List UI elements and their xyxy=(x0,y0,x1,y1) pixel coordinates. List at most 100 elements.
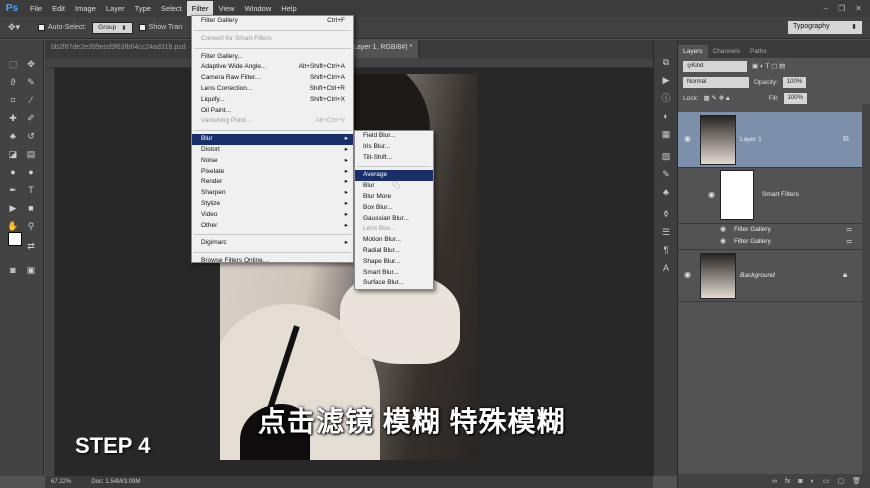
move-tool-icon[interactable]: ✥ xyxy=(24,58,38,71)
fx-icon[interactable]: fx xyxy=(785,478,790,485)
menu-image[interactable]: Image xyxy=(70,1,101,16)
opacity-field[interactable]: 100% xyxy=(782,76,807,88)
crop-tool-icon[interactable]: ⌗ xyxy=(6,94,20,107)
healing-brush-icon[interactable]: ✚ xyxy=(6,112,20,125)
properties-icon[interactable]: ☰ xyxy=(659,226,673,239)
type-tool-icon[interactable]: T xyxy=(24,184,38,197)
filter-menu-item-adaptive-wide-angle[interactable]: Adaptive Wide Angle... Alt+Shift+Ctrl+A xyxy=(192,62,353,73)
character-icon[interactable]: ¶ xyxy=(659,244,673,257)
filter-menu-item-blur[interactable]: Blur ▸ xyxy=(192,134,353,145)
filter-menu-item-lens-correction[interactable]: Lens Correction... Shift+Ctrl+R xyxy=(192,84,353,95)
minimize-button[interactable]: – xyxy=(824,4,828,13)
shape-tool-icon[interactable]: ■ xyxy=(24,202,38,215)
blur-menu-item-tilt-shift[interactable]: Tilt-Shift... xyxy=(355,153,433,164)
filter-menu-item-filter-gallery[interactable]: Filter Gallery Ctrl+F xyxy=(192,16,353,27)
eye-icon[interactable]: ◉ xyxy=(720,237,730,247)
blend-mode-dropdown[interactable]: Normal xyxy=(683,76,749,88)
zoom-tool-icon[interactable]: ⚲ xyxy=(24,220,38,233)
filter-menu-item-oil-paint[interactable]: Oil Paint... xyxy=(192,106,353,117)
blur-menu-item-surface-blur[interactable]: Surface Blur... xyxy=(355,278,433,289)
menu-select[interactable]: Select xyxy=(156,1,187,16)
layer-row-smart-filters[interactable]: ◉ Smart Filters xyxy=(678,168,863,224)
eye-icon[interactable]: ◉ xyxy=(720,225,730,235)
menu-layer[interactable]: Layer xyxy=(101,1,130,16)
filter-menu-item-noise[interactable]: Noise ▸ xyxy=(192,156,353,167)
workspace-dropdown[interactable]: Typography ⬍ xyxy=(788,21,862,34)
lasso-tool-icon[interactable]: ϑ xyxy=(6,76,20,89)
filter-menu-item-digimarc[interactable]: Digimarc ▸ xyxy=(192,238,353,249)
auto-select-dropdown[interactable]: Group ⬍ xyxy=(92,21,133,34)
eye-icon[interactable]: ◉ xyxy=(684,270,694,280)
tab-paths[interactable]: Paths xyxy=(745,45,772,58)
path-select-tool-icon[interactable]: ▶ xyxy=(6,202,20,215)
blur-tool-icon[interactable]: ● xyxy=(6,166,20,179)
filter-menu-item-pixelate[interactable]: Pixelate ▸ xyxy=(192,167,353,178)
folder-icon[interactable]: ▭ xyxy=(823,477,830,485)
filter-menu-item-liquify[interactable]: Liquify... Shift+Ctrl+X xyxy=(192,95,353,106)
filter-menu-item-camera-raw-filter[interactable]: Camera Raw Filter... Shift+Ctrl+A xyxy=(192,73,353,84)
swatches-icon[interactable]: ▦ xyxy=(659,128,673,141)
history-brush-icon[interactable]: ↺ xyxy=(24,130,38,143)
brush-tool-icon[interactable]: ✐ xyxy=(24,112,38,125)
marquee-tool-icon[interactable]: ⬚ xyxy=(6,58,20,71)
tab-channels[interactable]: Channels xyxy=(708,45,745,58)
stamp-tool-icon[interactable]: ♣ xyxy=(6,130,20,143)
tab-layers[interactable]: Layers xyxy=(678,45,708,58)
default-colors-icon[interactable]: ⇄ xyxy=(24,240,38,253)
close-button[interactable]: ✕ xyxy=(855,4,862,13)
filter-options-icon[interactable]: ⚌ xyxy=(846,237,852,245)
gradient-tool-icon[interactable]: ▤ xyxy=(24,148,38,161)
styles-icon[interactable]: ▨ xyxy=(659,150,673,163)
lock-icons[interactable]: ▦ ✎ ✥ 🔒︎ xyxy=(704,94,730,103)
color-icon[interactable]: ◐ xyxy=(659,110,673,123)
blur-menu-item-iris-blur[interactable]: Iris Blur... xyxy=(355,142,433,153)
menu-help[interactable]: Help xyxy=(276,1,301,16)
menu-filter[interactable]: Filter xyxy=(186,1,214,16)
blur-menu-item-motion-blur[interactable]: Motion Blur... xyxy=(355,235,433,246)
adjustments-icon[interactable]: ⚱ xyxy=(659,208,673,221)
layer-row-layer1[interactable]: ◉ Layer 1 ⧉ xyxy=(678,112,863,168)
filter-menu-item-sharpen[interactable]: Sharpen ▸ xyxy=(192,188,353,199)
blur-menu-item-smart-blur[interactable]: Smart Blur... xyxy=(355,268,433,279)
filter-menu-item-browse-filters-online[interactable]: Browse Filters Online... xyxy=(192,256,353,267)
trash-icon[interactable]: 🗑︎ xyxy=(852,477,861,485)
fill-field[interactable]: 100% xyxy=(783,92,807,104)
pen-tool-icon[interactable]: ✒ xyxy=(6,184,20,197)
quick-mask-icon[interactable]: ◙ xyxy=(6,264,20,277)
blur-menu-item-shape-blur[interactable]: Shape Blur... xyxy=(355,257,433,268)
menu-view[interactable]: View xyxy=(213,1,239,16)
eye-icon[interactable]: ◉ xyxy=(708,190,718,200)
brush-presets-icon[interactable]: ✎ xyxy=(659,168,673,181)
document-tab[interactable]: bb2f87de2e399ecd9f63fb64cc24ad31b.psd xyxy=(45,40,193,58)
restore-button[interactable]: ❐ xyxy=(838,4,845,13)
move-tool-preset-icon[interactable]: ✥▾ xyxy=(8,21,32,35)
quick-select-tool-icon[interactable]: ✎ xyxy=(24,76,38,89)
mask-icon[interactable]: ◙ xyxy=(798,478,802,485)
actions-icon[interactable]: ▶ xyxy=(659,74,673,87)
foreground-color-swatch[interactable] xyxy=(8,232,22,246)
filter-options-icon[interactable]: ⚌ xyxy=(846,225,852,233)
filter-menu-item-distort[interactable]: Distort ▸ xyxy=(192,145,353,156)
filter-type-icons[interactable]: ▣ ◐ T ▢ ▤ xyxy=(752,62,785,70)
filter-menu-item-video[interactable]: Video ▸ xyxy=(192,210,353,221)
dodge-tool-icon[interactable]: ● xyxy=(24,166,38,179)
blur-menu-item-field-blur[interactable]: Field Blur... xyxy=(355,131,433,142)
blur-menu-item-gaussian-blur[interactable]: Gaussian Blur... xyxy=(355,214,433,225)
menu-edit[interactable]: Edit xyxy=(47,1,70,16)
show-transform-checkbox[interactable]: Show Tran xyxy=(138,24,182,31)
paragraph-icon[interactable]: A xyxy=(659,262,673,275)
link-icon[interactable]: ∞ xyxy=(772,478,777,485)
history-icon[interactable]: ⧉ xyxy=(659,56,673,69)
eye-icon[interactable]: ◉ xyxy=(684,134,694,144)
menu-type[interactable]: Type xyxy=(130,1,156,16)
auto-select-checkbox[interactable]: Auto-Select: xyxy=(38,24,86,31)
filter-row[interactable]: ◉ Filter Gallery ⚌ xyxy=(678,236,863,250)
kind-filter-dropdown[interactable]: ⚲ Kind xyxy=(683,60,747,72)
adjustment-icon[interactable]: ◐ xyxy=(811,478,815,485)
eraser-tool-icon[interactable]: ◪ xyxy=(6,148,20,161)
blur-menu-item-box-blur[interactable]: Box Blur... xyxy=(355,203,433,214)
menu-window[interactable]: Window xyxy=(240,1,277,16)
filter-menu-item-render[interactable]: Render ▸ xyxy=(192,177,353,188)
screen-mode-icon[interactable]: ▣ xyxy=(24,264,38,277)
info-icon[interactable]: ⓘ xyxy=(659,92,673,105)
